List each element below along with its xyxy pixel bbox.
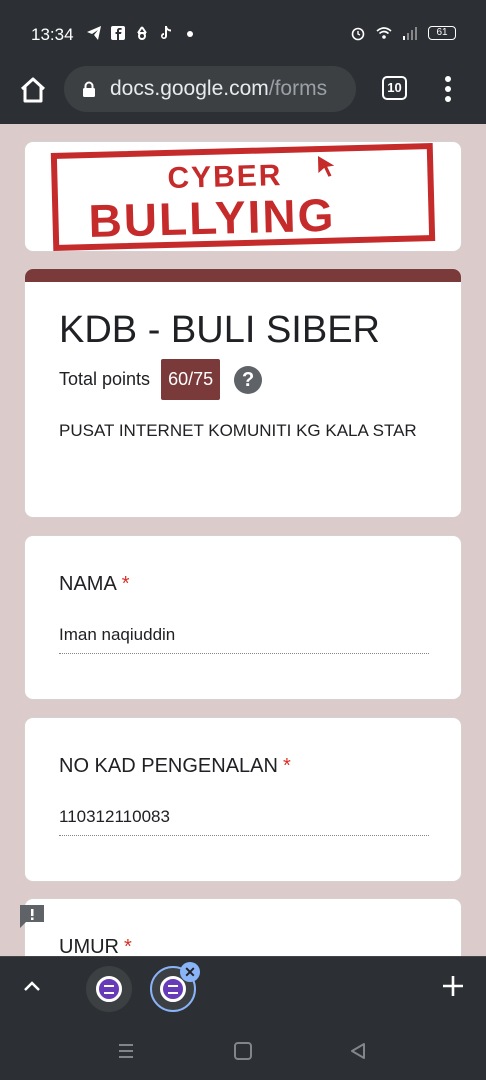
- banner-line2: BULLYING: [87, 188, 337, 247]
- form-description: PUSAT INTERNET KOMUNITI KG KALA STAR: [59, 421, 417, 440]
- answer-field-ic[interactable]: 110312110083: [59, 807, 429, 836]
- wifi-icon: [376, 27, 392, 39]
- question-card-nama: NAMA * Iman naqiuddin: [24, 535, 462, 700]
- notification-icons: [86, 25, 198, 41]
- question-label: NAMA *: [59, 573, 130, 595]
- cyber-bullying-stamp: CYBER BULLYING: [50, 142, 436, 251]
- tab-thumbnail[interactable]: [86, 966, 132, 1012]
- form-title: KDB - BULI SIBER: [59, 309, 380, 351]
- points-label: Total points: [59, 369, 151, 389]
- points-badge: 60/75: [161, 359, 221, 400]
- help-icon[interactable]: ?: [234, 365, 263, 394]
- address-bar[interactable]: docs.google.com/forms: [64, 66, 356, 112]
- question-label: NO KAD PENGENALAN *: [59, 755, 291, 777]
- required-asterisk: *: [124, 936, 132, 958]
- facebook-icon: [111, 26, 125, 40]
- form-header-image: CYBER BULLYING: [24, 141, 462, 252]
- cursor-icon: [317, 155, 335, 177]
- question-card-ic: NO KAD PENGENALAN * 110312110083: [24, 717, 462, 882]
- forms-icon: [96, 976, 122, 1002]
- status-bar: 13:34 61: [0, 0, 486, 66]
- url-host: docs.google.com: [110, 77, 269, 100]
- required-asterisk: *: [121, 573, 130, 595]
- form-header-card: KDB - BULI SIBER Total points 60/75 ? PU…: [24, 268, 462, 518]
- system-icons: 61: [350, 25, 456, 41]
- plus-icon[interactable]: [440, 973, 466, 999]
- back-icon[interactable]: [348, 1041, 368, 1061]
- signal-icon: [403, 27, 417, 40]
- answer-field-nama[interactable]: Iman naqiuddin: [59, 625, 429, 654]
- battery-indicator: 61: [428, 26, 456, 40]
- lock-icon: [83, 81, 95, 97]
- browser-toolbar: docs.google.com/forms 10: [0, 66, 486, 124]
- total-points: Total points 60/75 ?: [59, 359, 263, 400]
- home-icon[interactable]: [18, 75, 48, 105]
- close-icon[interactable]: ✕: [180, 962, 200, 982]
- status-time: 13:34: [31, 25, 74, 44]
- recycle-icon: [137, 26, 147, 40]
- chevron-up-icon[interactable]: [22, 979, 42, 993]
- tab-group-strip: ✕: [0, 956, 486, 1022]
- telegram-icon: [87, 26, 101, 40]
- forms-icon: [160, 976, 186, 1002]
- menu-icon[interactable]: [438, 72, 458, 106]
- home-nav-icon[interactable]: [234, 1042, 252, 1060]
- required-asterisk: *: [282, 755, 291, 777]
- recent-apps-icon[interactable]: [117, 1042, 135, 1060]
- url-path: /forms: [268, 77, 328, 100]
- alarm-icon: [351, 27, 365, 41]
- system-nav-bar: [0, 1022, 486, 1080]
- dot-icon: [187, 31, 193, 37]
- tab-switcher-button[interactable]: 10: [382, 76, 407, 100]
- tiktok-icon: [161, 26, 171, 39]
- theme-stripe: [25, 269, 461, 282]
- feedback-icon[interactable]: [18, 903, 46, 929]
